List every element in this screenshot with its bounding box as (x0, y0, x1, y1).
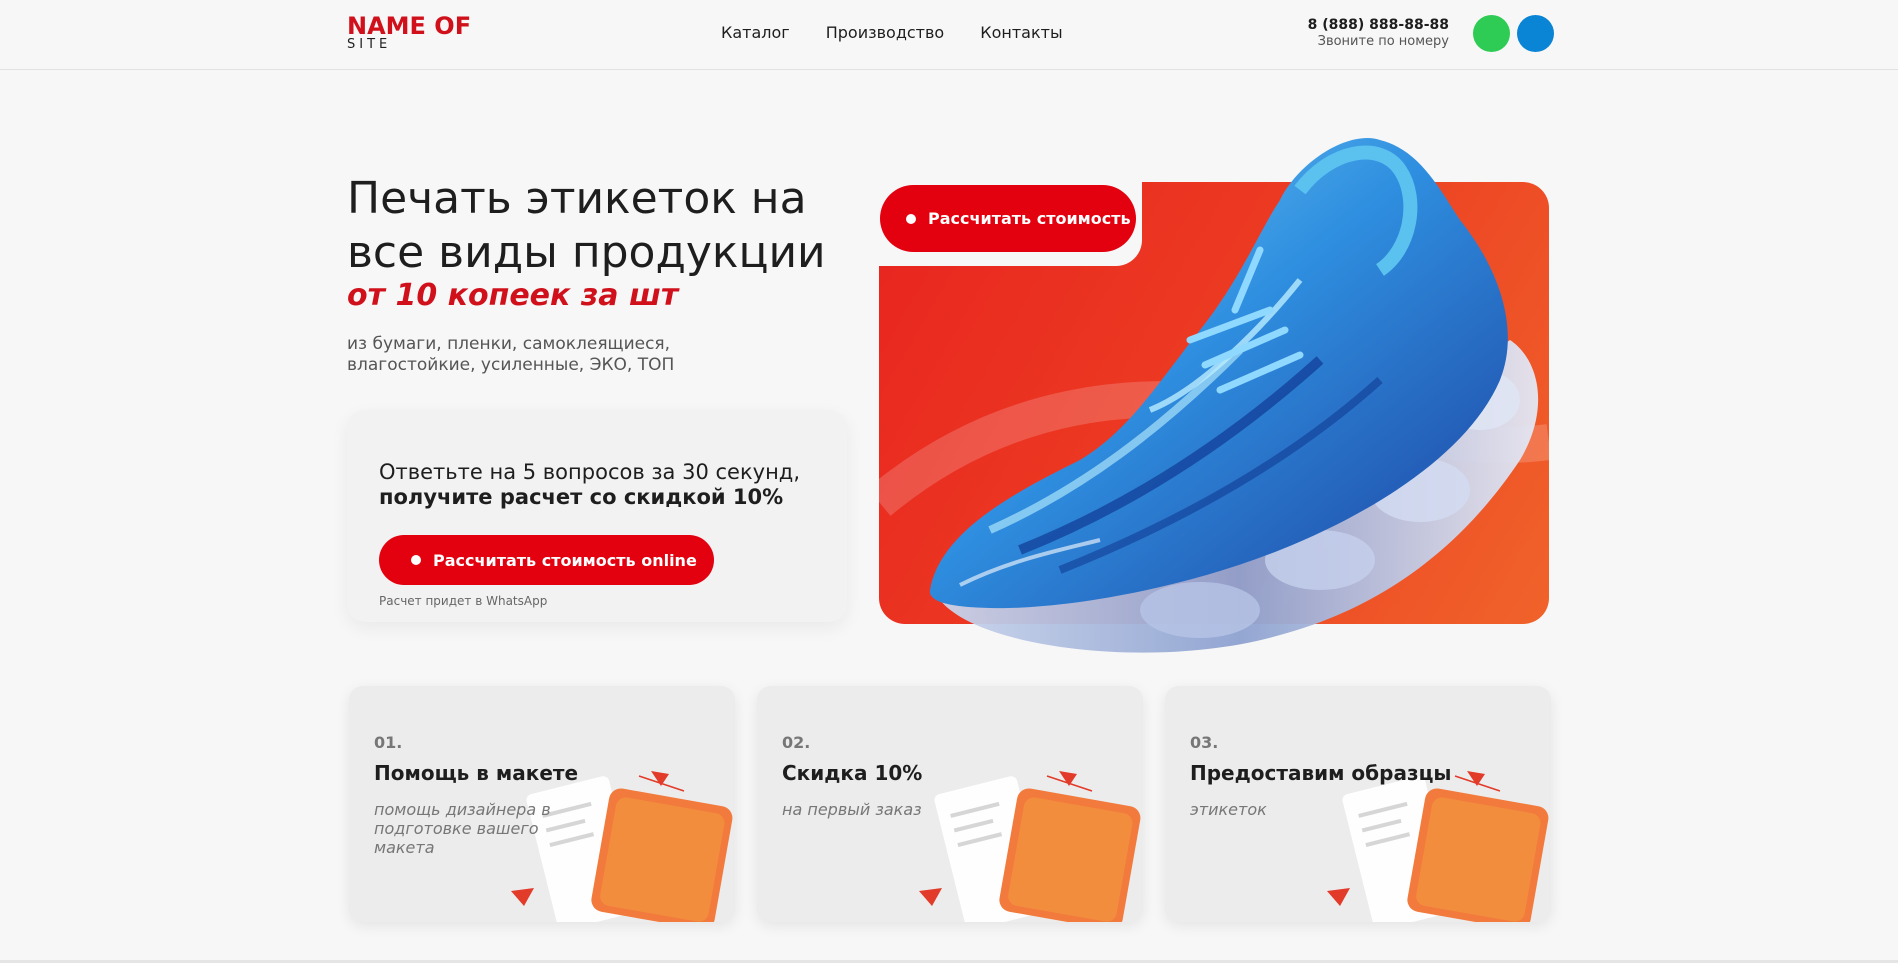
logo-main-text: NAME OF (347, 12, 472, 40)
quiz-card: Ответьте на 5 вопросов за 30 секунд, пол… (347, 410, 847, 622)
feature-number: 02. (782, 733, 811, 752)
telegram-icon[interactable] (1517, 15, 1554, 52)
feature-number: 03. (1190, 733, 1219, 752)
phone-block: 8 (888) 888-88-88 Звоните по номеру (1308, 17, 1449, 50)
feature-title: Помощь в макете (374, 761, 579, 785)
nav-link-production[interactable]: Производство (826, 23, 945, 42)
feature-card[interactable]: 03. Предоставим образцы этикеток (1165, 686, 1551, 922)
quiz-text-bold: получите расчет со скидкой 10% (379, 485, 784, 509)
quiz-note: Расчет придет в WhatsApp (379, 594, 548, 608)
feature-title: Скидка 10% (782, 761, 923, 785)
feature-card[interactable]: 01. Помощь в макете помощь дизайнера в п… (349, 686, 735, 922)
quiz-text-regular: Ответьте на 5 вопросов за 30 секунд, (379, 460, 800, 484)
feature-title: Предоставим образцы (1190, 761, 1452, 785)
hero-title: Печать этикеток на все виды продукции (347, 173, 826, 278)
phone-note: Звоните по номеру (1317, 34, 1449, 49)
hero-description: из бумаги, пленки, самоклеящиеся, влагос… (347, 334, 675, 375)
hero-subtitle: от 10 копеек за шт (347, 278, 679, 313)
feature-description: этикеток (1190, 800, 1267, 819)
dot-icon (411, 555, 421, 565)
logo-sub-text: SITE (347, 37, 392, 52)
phone-number[interactable]: 8 (888) 888-88-88 (1308, 17, 1449, 34)
feature-description: на первый заказ (782, 800, 922, 819)
feature-number: 01. (374, 733, 403, 752)
sneaker-image (929, 138, 1539, 653)
feature-card[interactable]: 02. Скидка 10% на первый заказ (757, 686, 1143, 922)
whatsapp-icon[interactable] (1473, 15, 1510, 52)
feature-description: помощь дизайнера в подготовке вашего мак… (374, 800, 551, 857)
site-logo[interactable]: NAME OF SITE (347, 14, 471, 52)
quiz-text: Ответьте на 5 вопросов за 30 секунд, пол… (379, 460, 819, 510)
nav-link-catalog[interactable]: Каталог (721, 23, 790, 42)
calculate-online-label: Рассчитать стоимость online (433, 550, 697, 570)
design-tool-illustration (919, 771, 1141, 922)
main-nav: Каталог Производство Контакты (721, 23, 1063, 42)
calculate-online-button[interactable]: Рассчитать стоимость online (379, 535, 714, 585)
site-header: NAME OF SITE Каталог Производство Контак… (0, 0, 1898, 70)
design-tool-illustration (1327, 771, 1549, 922)
nav-link-contacts[interactable]: Контакты (980, 23, 1062, 42)
